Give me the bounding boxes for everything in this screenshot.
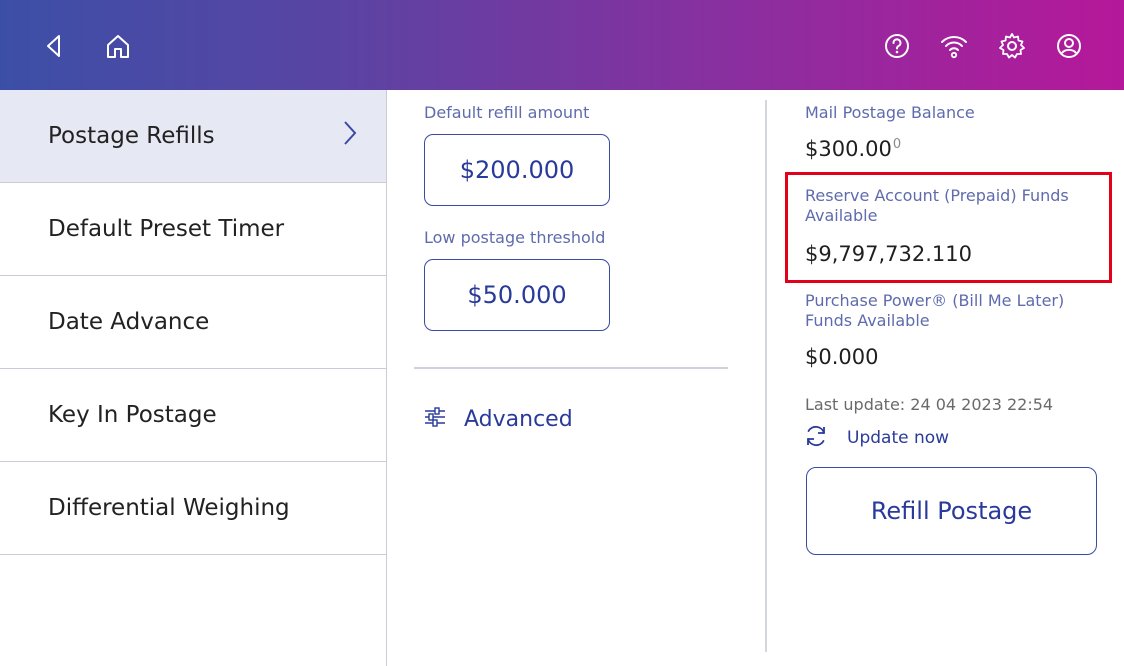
update-now-label: Update now [847, 428, 950, 448]
settings-icon[interactable] [992, 26, 1032, 66]
sidebar-item-default-preset-timer[interactable]: Default Preset Timer [0, 183, 386, 276]
help-icon[interactable] [877, 26, 917, 66]
advanced-button[interactable]: Advanced [424, 402, 573, 436]
divider [414, 367, 728, 369]
sidebar-item-key-in-postage[interactable]: Key In Postage [0, 369, 386, 462]
sidebar-item-differential-weighing[interactable]: Differential Weighing [0, 462, 386, 555]
mail-balance-label: Mail Postage Balance [805, 103, 975, 122]
sidebar-item-label: Differential Weighing [48, 495, 290, 521]
default-refill-amount-button[interactable]: $200.000 [424, 134, 610, 206]
sidebar-item-label: Postage Refills [48, 123, 215, 149]
default-refill-label: Default refill amount [424, 103, 590, 122]
sidebar-item-date-advance[interactable]: Date Advance [0, 276, 386, 369]
refresh-icon [803, 423, 829, 453]
low-threshold-button[interactable]: $50.000 [424, 259, 610, 331]
top-bar [0, 0, 1124, 90]
home-icon[interactable] [98, 26, 138, 66]
mail-balance-suffix: 0 [892, 137, 902, 152]
update-now-button[interactable]: Update now [803, 424, 949, 452]
refill-postage-button[interactable]: Refill Postage [806, 467, 1097, 555]
reserve-funds-label: Reserve Account (Prepaid) Funds Availabl… [805, 186, 1069, 225]
sidebar-item-label: Date Advance [48, 309, 210, 335]
sidebar-item-label: Default Preset Timer [48, 216, 285, 242]
low-threshold-label: Low postage threshold [424, 228, 606, 247]
purchase-power-value: $0.000 [805, 345, 879, 369]
back-icon[interactable] [34, 26, 74, 66]
advanced-label: Advanced [464, 406, 573, 432]
mail-balance-amount: $300.00 [805, 137, 892, 161]
wifi-icon[interactable] [934, 26, 974, 66]
sliders-icon [424, 406, 446, 432]
reserve-funds-value: $9,797,732.110 [805, 242, 972, 266]
chevron-right-icon [342, 119, 358, 153]
sidebar-item-postage-refills[interactable]: Postage Refills [0, 90, 386, 183]
last-update-text: Last update: 24 04 2023 22:54 [805, 395, 1054, 414]
sidebar-item-label: Key In Postage [48, 402, 217, 428]
column-divider [765, 100, 767, 652]
account-icon[interactable] [1049, 26, 1089, 66]
purchase-power-label: Purchase Power® (Bill Me Later) Funds Av… [805, 291, 1065, 330]
settings-sidebar: Postage Refills Default Preset Timer Dat… [0, 90, 387, 666]
mail-balance-value: $300.000 [805, 137, 901, 161]
